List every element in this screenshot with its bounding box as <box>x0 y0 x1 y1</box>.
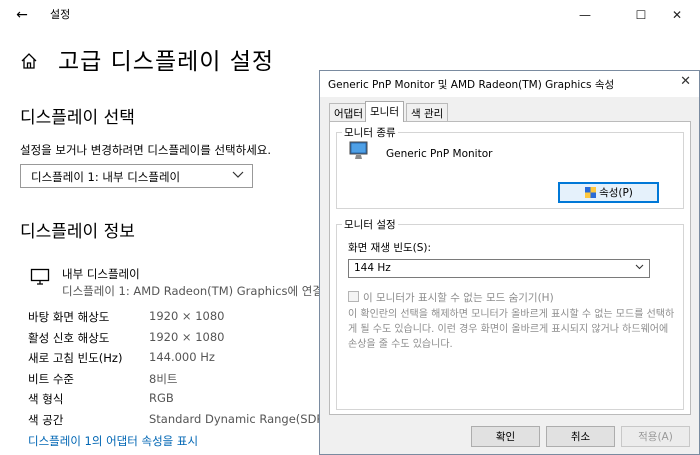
hide-modes-label: 이 모니터가 표시할 수 없는 모드 숨기기(H) <box>363 292 554 304</box>
info-label-refresh-rate: 새로 고침 빈도(Hz) <box>28 351 123 365</box>
monitor-tab-panel: 모니터 종류 Generic PnP Monitor 속성(P) 모니터 설정 … <box>329 121 691 415</box>
monitor-settings-legend: 모니터 설정 <box>342 217 398 232</box>
display-info-heading: 디스플레이 정보 <box>20 222 135 242</box>
info-value-refresh-rate: 144.000 Hz <box>149 350 215 364</box>
monitor-properties-button[interactable]: 속성(P) <box>558 182 659 203</box>
tab-monitor[interactable]: 모니터 <box>365 101 404 122</box>
info-value-color-format: RGB <box>149 391 174 405</box>
display-connection: 디스플레이 1: AMD Radeon(TM) Graphics에 연결됨 <box>62 284 334 298</box>
ok-button[interactable]: 확인 <box>471 426 540 447</box>
refresh-rate-label: 화면 재생 빈도(S): <box>348 242 432 254</box>
monitor-name: Generic PnP Monitor <box>386 148 493 160</box>
dialog-close-button[interactable]: ✕ <box>680 74 691 89</box>
hide-modes-checkbox[interactable] <box>348 291 359 302</box>
apply-button[interactable]: 적용(A) <box>621 426 690 447</box>
display-select-value: 디스플레이 1: 내부 디스플레이 <box>31 170 181 184</box>
display-name: 내부 디스플레이 <box>62 267 140 281</box>
cancel-button[interactable]: 취소 <box>546 426 615 447</box>
tab-color-management[interactable]: 색 관리 <box>406 103 449 121</box>
refresh-rate-select[interactable]: 144 Hz <box>348 259 650 278</box>
select-display-heading: 디스플레이 선택 <box>20 108 135 128</box>
info-label-color-format: 색 형식 <box>28 392 64 406</box>
info-label-bit-depth: 비트 수준 <box>28 372 74 386</box>
monitor-device-icon <box>349 141 368 159</box>
info-value-bit-depth: 8비트 <box>149 372 178 386</box>
window-title: 설정 <box>50 8 71 21</box>
display-select-dropdown[interactable]: 디스플레이 1: 내부 디스플레이 <box>20 164 253 188</box>
info-label-desktop-resolution: 바탕 화면 해상도 <box>28 310 110 324</box>
shield-icon <box>585 187 597 198</box>
monitor-properties-label: 속성(P) <box>599 187 633 199</box>
close-button[interactable]: ✕ <box>654 0 700 30</box>
info-label-color-space: 색 공간 <box>28 413 64 427</box>
home-icon <box>21 53 37 69</box>
tab-adapter[interactable]: 어댑터 <box>329 103 368 121</box>
page-title: 고급 디스플레이 설정 <box>58 49 275 75</box>
info-label-active-resolution: 활성 신호 해상도 <box>28 331 110 345</box>
refresh-rate-value: 144 Hz <box>354 262 391 274</box>
dialog-titlebar: Generic PnP Monitor 및 AMD Radeon(TM) Gra… <box>320 71 699 97</box>
properties-dialog: Generic PnP Monitor 및 AMD Radeon(TM) Gra… <box>319 70 700 455</box>
hide-modes-description: 이 확인란의 선택을 해제하면 모니터가 올바르게 표시할 수 없는 모드를 선… <box>348 309 675 350</box>
back-button[interactable]: ← <box>0 0 44 30</box>
chevron-down-icon <box>232 168 244 183</box>
monitor-icon <box>30 268 50 285</box>
info-value-color-space: Standard Dynamic Range(SDR) <box>149 412 329 426</box>
chevron-down-icon <box>635 262 644 274</box>
minimize-button[interactable]: — <box>562 0 608 30</box>
adapter-properties-link[interactable]: 디스플레이 1의 어댑터 속성을 표시 <box>28 433 198 449</box>
info-value-active-resolution: 1920 × 1080 <box>149 330 225 344</box>
info-value-desktop-resolution: 1920 × 1080 <box>149 309 225 323</box>
select-display-instruction: 설정을 보거나 변경하려면 디스플레이를 선택하세요. <box>20 143 272 157</box>
dialog-title: Generic PnP Monitor 및 AMD Radeon(TM) Gra… <box>328 79 615 91</box>
monitor-type-legend: 모니터 종류 <box>342 125 398 140</box>
